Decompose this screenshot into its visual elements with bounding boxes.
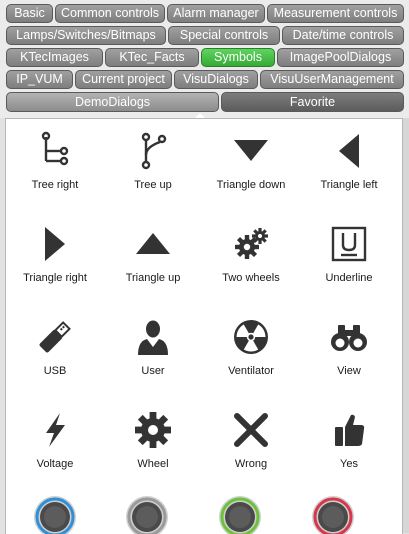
symbol-label: Wrong <box>234 458 268 470</box>
symbol-label: USB <box>43 365 67 377</box>
knob-gray-icon[interactable] <box>125 495 169 534</box>
knob-green-icon[interactable] <box>218 495 262 534</box>
tab-bar: Basic Common controls Alarm manager Meas… <box>0 0 409 118</box>
triangle-up-icon <box>133 224 173 264</box>
triangle-right-icon <box>35 224 75 264</box>
tree-right-icon <box>35 131 75 171</box>
tab-common-controls[interactable]: Common controls <box>55 4 165 23</box>
knob-blue-icon[interactable] <box>33 495 77 534</box>
symbol-label: User <box>141 365 165 377</box>
tab-ip-vum[interactable]: IP_VUM <box>6 70 73 89</box>
tab-visuusermanagement[interactable]: VisuUserManagement <box>260 70 404 89</box>
usb-icon <box>35 317 75 357</box>
tab-imagepooldialogs[interactable]: ImagePoolDialogs <box>277 48 404 67</box>
ventilator-icon <box>231 317 271 357</box>
symbol-label: Tree up <box>134 179 172 191</box>
symbol-label: View <box>337 365 361 377</box>
triangle-left-icon <box>329 131 369 171</box>
symbol-label: Yes <box>340 458 358 470</box>
wrong-icon <box>231 410 271 450</box>
user-icon <box>133 317 173 357</box>
knob-red-icon[interactable] <box>311 495 355 534</box>
thumbs-up-icon <box>329 410 369 450</box>
wheel-icon <box>133 410 173 450</box>
tab-basic[interactable]: Basic <box>6 4 53 23</box>
binoculars-icon <box>329 317 369 357</box>
tree-up-icon <box>133 131 173 171</box>
underline-icon <box>329 224 369 264</box>
symbol-gallery: Tree right Tree up Triangle down Triangl… <box>5 118 403 534</box>
symbol-label: Underline <box>325 272 373 284</box>
tab-ktec-facts[interactable]: KTec_Facts <box>105 48 199 67</box>
tab-demodialogs[interactable]: DemoDialogs <box>6 92 219 112</box>
tab-ktecimages[interactable]: KTecImages <box>6 48 103 67</box>
tab-alarm-manager[interactable]: Alarm manager <box>167 4 265 23</box>
scrollbar-track[interactable] <box>403 118 409 533</box>
symbol-label: Ventilator <box>228 365 274 377</box>
symbol-label: Triangle up <box>125 272 181 284</box>
tab-visudialogs[interactable]: VisuDialogs <box>174 70 258 89</box>
symbol-label: Wheel <box>137 458 169 470</box>
symbol-label: Tree right <box>31 179 79 191</box>
symbol-label: Triangle right <box>23 272 87 284</box>
symbol-label: Two wheels <box>222 272 280 284</box>
two-wheels-icon <box>231 224 271 264</box>
symbol-label: Triangle left <box>320 179 378 191</box>
tab-special-controls[interactable]: Special controls <box>168 26 280 45</box>
tab-favorite[interactable]: Favorite <box>221 92 404 112</box>
tab-measurement-controls[interactable]: Measurement controls <box>267 4 404 23</box>
symbol-label: Triangle down <box>216 179 286 191</box>
tab-lamps-switches-bitmaps[interactable]: Lamps/Switches/Bitmaps <box>6 26 166 45</box>
tab-symbols[interactable]: Symbols <box>201 48 275 67</box>
symbol-label: Voltage <box>36 458 74 470</box>
tab-current-project[interactable]: Current project <box>75 70 172 89</box>
voltage-icon <box>35 410 75 450</box>
triangle-down-icon <box>231 131 271 171</box>
tab-date-time-controls[interactable]: Date/time controls <box>282 26 404 45</box>
